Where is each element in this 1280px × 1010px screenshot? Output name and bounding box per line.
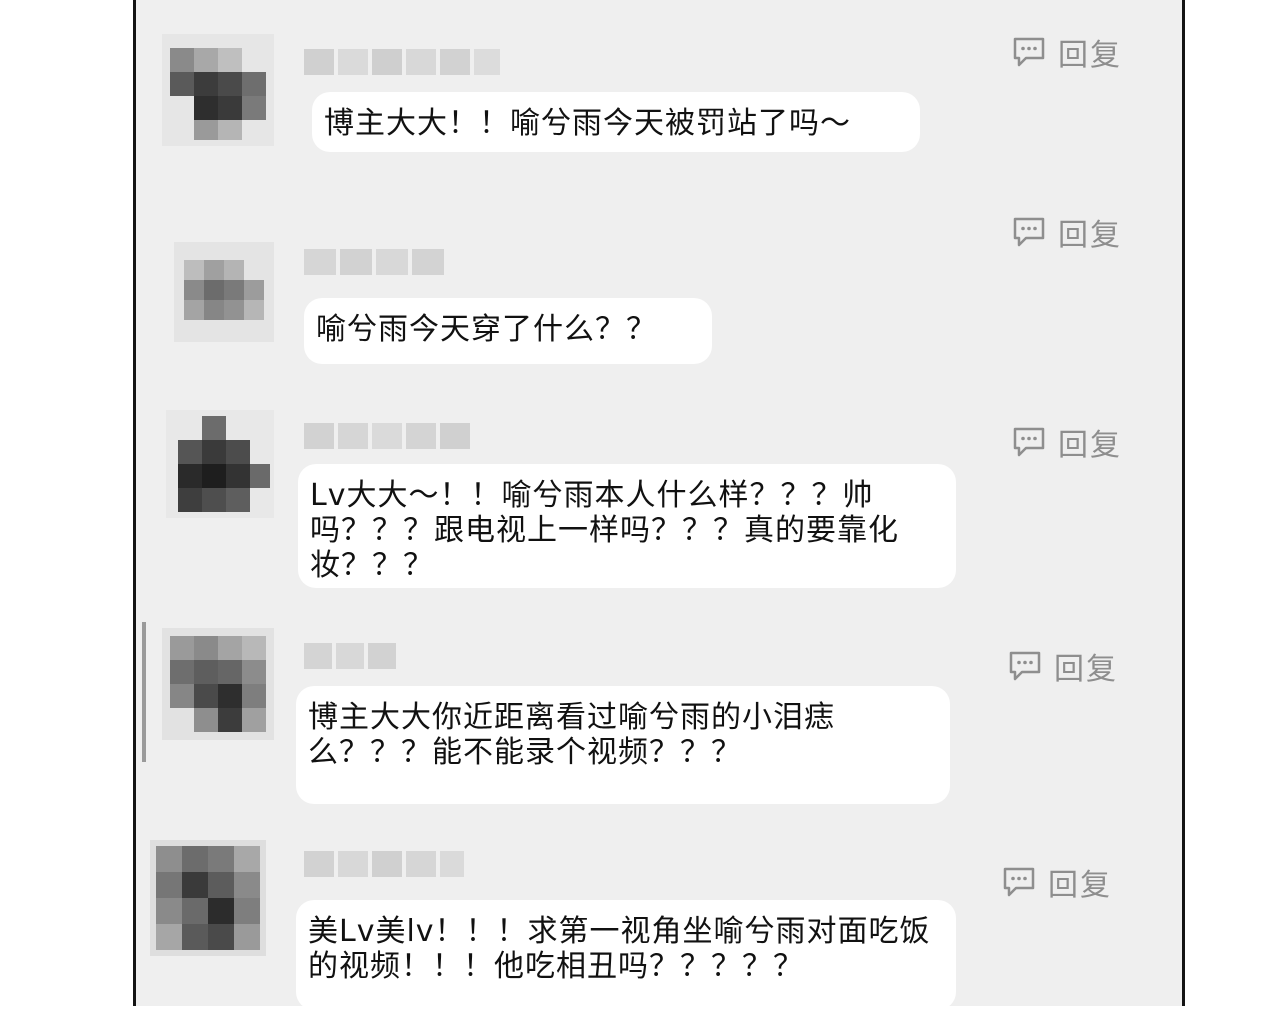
user-avatar[interactable] bbox=[150, 840, 266, 956]
comment-bubble-icon bbox=[1009, 651, 1041, 681]
comment-bubble-icon bbox=[1013, 427, 1045, 457]
pixelated-avatar-icon bbox=[150, 840, 266, 956]
user-avatar[interactable] bbox=[162, 628, 274, 740]
comment-bubble-icon bbox=[1003, 867, 1035, 897]
reply-label: 回复 bbox=[1048, 868, 1112, 903]
comment-text: 博主大大你近距离看过喻兮雨的小泪痣么？？？能不能录个视频？？？ bbox=[296, 686, 950, 804]
screenshot-canvas: 博主大大！！喻兮雨今天被罚站了吗～ 回复 喻兮雨今天穿了什么？？ 回复 Lv大大… bbox=[0, 0, 1280, 1010]
comment-bubble-icon bbox=[1013, 37, 1045, 67]
reply-button[interactable]: 回复 bbox=[1012, 30, 1122, 74]
reply-label: 回复 bbox=[1058, 428, 1122, 463]
comment-list: 博主大大！！喻兮雨今天被罚站了吗～ 回复 喻兮雨今天穿了什么？？ 回复 Lv大大… bbox=[133, 0, 1185, 1010]
username-blurred[interactable] bbox=[304, 848, 468, 880]
reply-label: 回复 bbox=[1058, 38, 1122, 73]
reply-button[interactable]: 回复 bbox=[1002, 860, 1112, 904]
username-blurred[interactable] bbox=[304, 420, 474, 452]
reply-button[interactable]: 回复 bbox=[1012, 420, 1122, 464]
reply-label: 回复 bbox=[1054, 652, 1118, 687]
pixelated-avatar-icon bbox=[174, 242, 274, 342]
reply-button[interactable]: 回复 bbox=[1008, 644, 1118, 688]
reply-label: 回复 bbox=[1058, 218, 1122, 253]
pixelated-avatar-icon bbox=[162, 34, 274, 146]
user-avatar[interactable] bbox=[166, 410, 274, 518]
pixelated-avatar-icon bbox=[162, 628, 274, 740]
username-blurred[interactable] bbox=[304, 246, 448, 278]
comment-text: Lv大大～！！喻兮雨本人什么样？？？帅吗？？？跟电视上一样吗？？？真的要靠化妆？… bbox=[298, 464, 956, 588]
username-blurred[interactable] bbox=[304, 640, 400, 672]
pixelated-avatar-icon bbox=[166, 410, 274, 518]
comment-text: 博主大大！！喻兮雨今天被罚站了吗～ bbox=[312, 92, 920, 152]
comment-bubble-icon bbox=[1013, 217, 1045, 247]
scroll-indicator[interactable] bbox=[142, 622, 146, 762]
comment-text: 美Lv美lv！！！求第一视角坐喻兮雨对面吃饭的视频！！！他吃相丑吗？？？？？ bbox=[296, 900, 956, 1010]
comment-text: 喻兮雨今天穿了什么？？ bbox=[304, 298, 712, 364]
reply-button[interactable]: 回复 bbox=[1012, 210, 1122, 254]
user-avatar[interactable] bbox=[162, 34, 274, 146]
user-avatar[interactable] bbox=[174, 242, 274, 342]
username-blurred[interactable] bbox=[304, 46, 504, 78]
